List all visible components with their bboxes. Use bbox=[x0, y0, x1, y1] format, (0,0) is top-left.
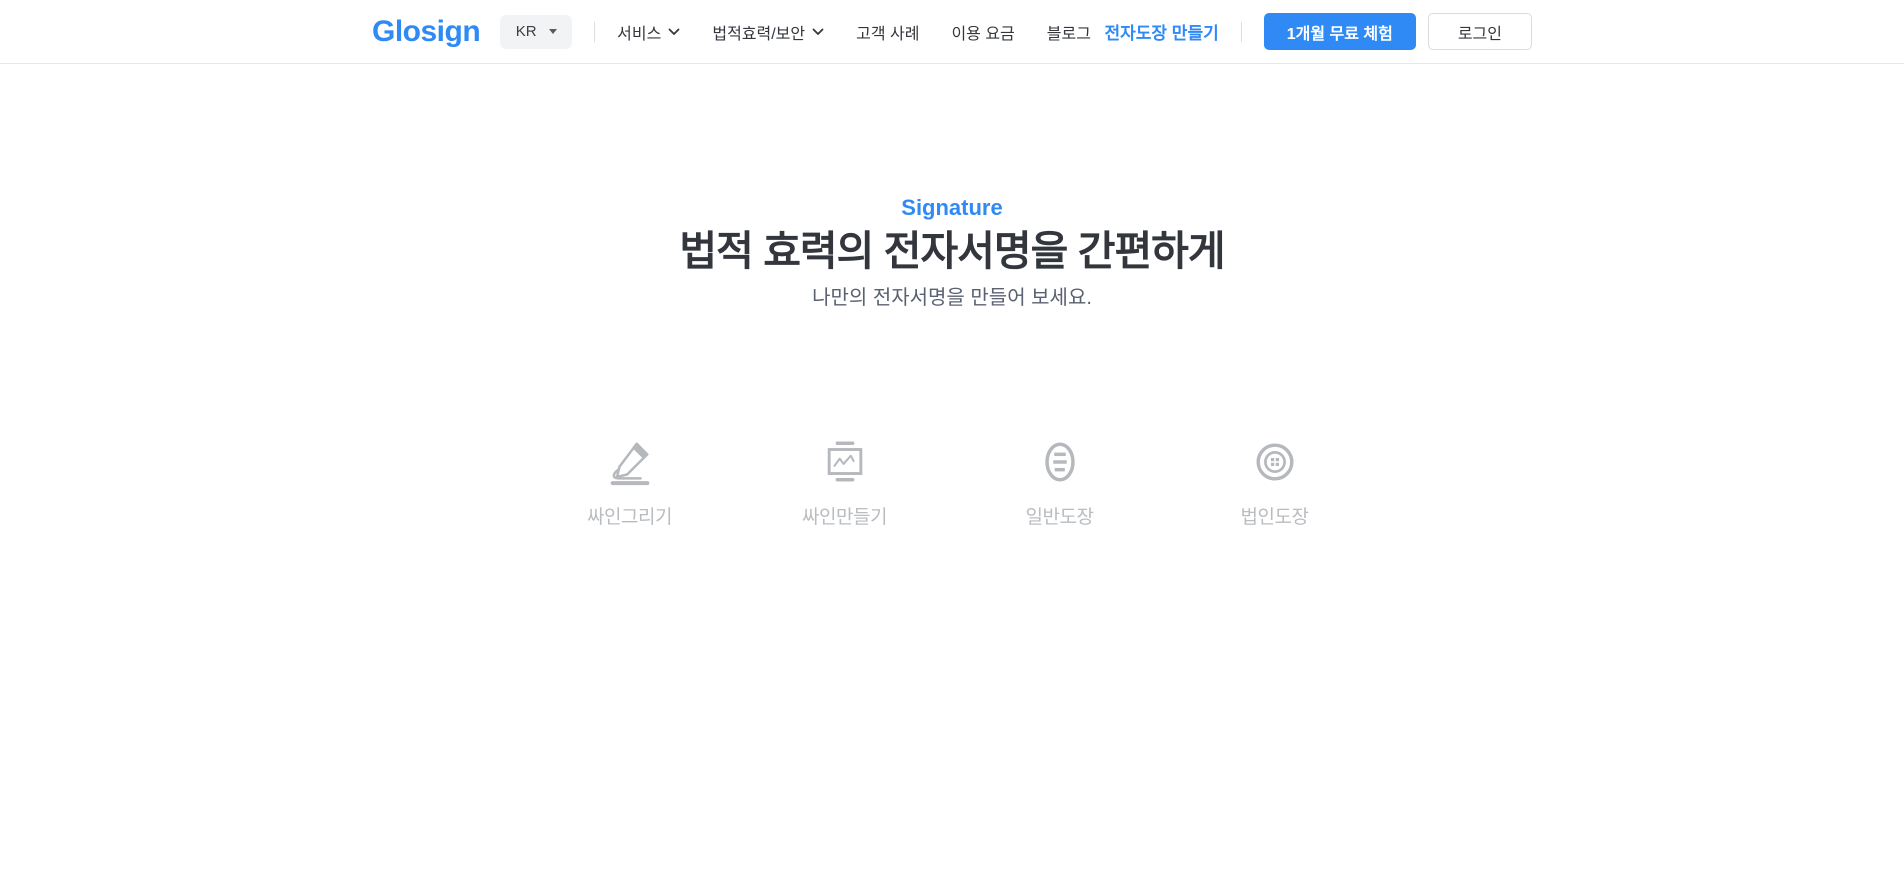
hero-subtitle: 나만의 전자서명을 만들어 보세요. bbox=[812, 287, 1092, 309]
divider bbox=[1240, 21, 1242, 42]
chevron-down-icon bbox=[668, 28, 680, 35]
nav-label: 고객 사례 bbox=[856, 25, 920, 43]
divider bbox=[594, 21, 596, 42]
round-stamp-icon bbox=[1255, 443, 1294, 481]
signature-options: 싸인그리기 싸인만들기 일반도장 법인도장 bbox=[0, 438, 1904, 529]
nav-item-customer-cases[interactable]: 고객 사례 bbox=[856, 20, 919, 44]
hero-section: Signature 법적 효력의 전자서명을 간편하게 나만의 전자서명을 만들… bbox=[0, 64, 1904, 529]
language-selector[interactable]: KR bbox=[500, 14, 573, 49]
hero-eyebrow: Signature bbox=[901, 195, 1003, 220]
option-label: 싸인만들기 bbox=[802, 507, 887, 528]
free-trial-button[interactable]: 1개월 무료 체험 bbox=[1263, 13, 1416, 50]
option-label: 싸인그리기 bbox=[587, 507, 672, 528]
logo[interactable]: Glosign bbox=[372, 15, 481, 49]
nav-label: 서비스 bbox=[617, 25, 662, 43]
login-button[interactable]: 로그인 bbox=[1427, 13, 1532, 50]
option-make-sign[interactable]: 싸인만들기 bbox=[737, 438, 952, 529]
pencil-sign-icon bbox=[610, 442, 649, 486]
option-personal-stamp[interactable]: 일반도장 bbox=[952, 438, 1167, 529]
nav-label: 이용 요금 bbox=[951, 25, 1015, 43]
option-label: 일반도장 bbox=[1025, 507, 1094, 528]
nav-item-legal-security[interactable]: 법적효력/보안 bbox=[712, 20, 824, 44]
nav-item-blog[interactable]: 블로그 bbox=[1047, 20, 1091, 44]
main-nav: 서비스 법적효력/보안 고객 사례 이용 요금 블로그 bbox=[617, 20, 1091, 44]
nav-label: 법적효력/보안 bbox=[712, 25, 806, 43]
monitor-sign-icon bbox=[827, 441, 862, 482]
nav-item-services[interactable]: 서비스 bbox=[617, 20, 680, 44]
language-value: KR bbox=[515, 23, 537, 40]
header: Glosign KR 서비스 법적효력/보안 고객 사례 이용 요금 블로그 전… bbox=[0, 0, 1904, 64]
chevron-down-icon bbox=[812, 28, 824, 35]
nav-label: 블로그 bbox=[1046, 25, 1091, 43]
option-corporate-stamp[interactable]: 법인도장 bbox=[1167, 438, 1382, 529]
option-label: 법인도장 bbox=[1240, 507, 1309, 528]
hero-title: 법적 효력의 전자서명을 간편하게 bbox=[679, 228, 1225, 274]
oval-stamp-icon bbox=[1044, 442, 1075, 482]
option-draw-sign[interactable]: 싸인그리기 bbox=[522, 438, 737, 529]
nav-item-pricing[interactable]: 이용 요금 bbox=[951, 20, 1014, 44]
caret-down-icon bbox=[548, 29, 557, 34]
stamp-create-link[interactable]: 전자도장 만들기 bbox=[1105, 19, 1219, 44]
